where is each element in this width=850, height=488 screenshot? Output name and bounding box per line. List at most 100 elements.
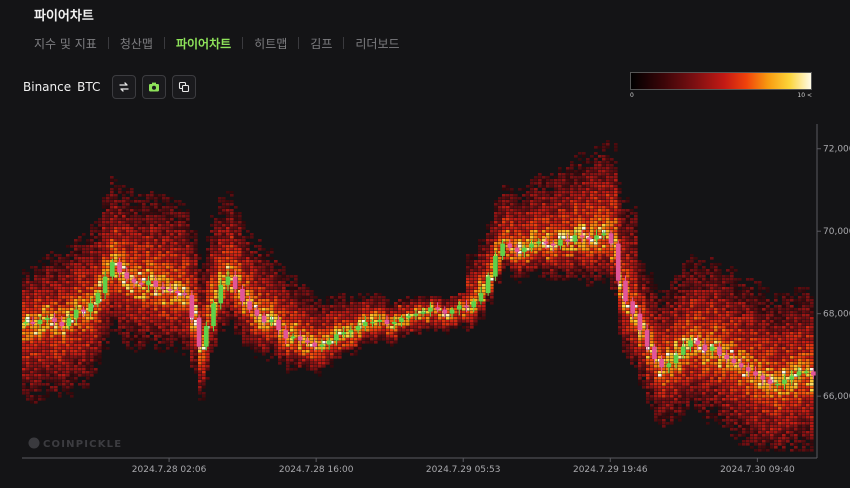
heat-cell (266, 311, 270, 314)
heat-cell (38, 347, 42, 350)
heat-cell (114, 296, 118, 299)
heat-cell (30, 380, 34, 383)
refresh-button[interactable] (112, 75, 137, 99)
heat-cell (238, 254, 242, 257)
heat-cell (606, 245, 610, 248)
heat-cell (474, 254, 478, 257)
heat-cell (562, 206, 566, 209)
tab-kimchi-premium[interactable]: 김프 (310, 35, 332, 52)
heat-cell (294, 332, 298, 335)
heat-cell (166, 326, 170, 329)
heat-cell (262, 338, 266, 341)
heat-cell (222, 209, 226, 212)
tab-heatmap[interactable]: 히트맵 (254, 35, 287, 52)
heat-cell (50, 266, 54, 269)
heat-cell (546, 221, 550, 224)
heat-cell (90, 335, 94, 338)
heat-cell (310, 293, 314, 296)
heat-cell (154, 242, 158, 245)
heat-cell (290, 284, 294, 287)
heat-cell (82, 350, 86, 353)
heat-cell (122, 290, 126, 293)
heat-cell (238, 239, 242, 242)
heat-cell (226, 320, 230, 323)
heat-cell (46, 305, 50, 308)
heat-cell (162, 215, 166, 218)
heat-cell (594, 245, 598, 248)
heat-cell (342, 338, 346, 341)
heat-cell (38, 299, 42, 302)
screenshot-button[interactable] (142, 75, 167, 99)
heat-cell (54, 290, 58, 293)
heat-cell (118, 251, 122, 254)
exchange-label[interactable]: Binance (23, 80, 71, 94)
symbol-label[interactable]: BTC (77, 80, 100, 94)
heat-cell (610, 194, 614, 197)
heat-cell (490, 302, 494, 305)
heat-cell (366, 311, 370, 314)
heat-cell (518, 245, 522, 248)
heat-cell (38, 332, 42, 335)
heat-cell (214, 332, 218, 335)
heat-cell (26, 287, 30, 290)
heat-cell (254, 263, 258, 266)
heat-cell (174, 308, 178, 311)
heat-cell (198, 359, 202, 362)
heat-cell (74, 284, 78, 287)
heat-cell (74, 344, 78, 347)
heat-cell (150, 278, 154, 281)
heat-cell (506, 239, 510, 242)
heat-cell (310, 323, 314, 326)
heat-cell (58, 377, 62, 380)
heat-cell (34, 329, 38, 332)
heat-cell (38, 377, 42, 380)
heat-cell (250, 236, 254, 239)
heat-cell (154, 347, 158, 350)
heat-cell (490, 230, 494, 233)
heat-cell (186, 221, 190, 224)
tab-indices[interactable]: 지수 및 지표 (34, 35, 97, 52)
heat-cell (558, 182, 562, 185)
heat-cell (50, 302, 54, 305)
heat-cell (438, 305, 442, 308)
heat-cell (78, 308, 82, 311)
heat-cell (246, 341, 250, 344)
heat-cell (218, 257, 222, 260)
heat-cell (206, 272, 210, 275)
heat-cell (490, 299, 494, 302)
heat-cell (70, 266, 74, 269)
heat-cell (50, 362, 54, 365)
heat-cell (590, 188, 594, 191)
heat-cell (94, 359, 98, 362)
heat-cell (422, 326, 426, 329)
heat-cell (106, 218, 110, 221)
heat-cell (482, 311, 486, 314)
heat-cell (266, 335, 270, 338)
heat-cell (74, 371, 78, 374)
heat-cell (194, 275, 198, 278)
heat-cell (114, 200, 118, 203)
tab-liquidation-map[interactable]: 청산맵 (120, 35, 153, 52)
heat-cell (302, 356, 306, 359)
heat-cell (86, 272, 90, 275)
heat-cell (594, 200, 598, 203)
tab-firechart[interactable]: 파이어차트 (176, 35, 231, 52)
heat-cell (526, 245, 530, 248)
tab-leaderboard[interactable]: 리더보드 (355, 35, 399, 52)
heat-cell (306, 314, 310, 317)
firechart[interactable]: 72,00070,00068,00066,0002024.7.28 02:062… (0, 118, 850, 488)
heat-cell (22, 299, 26, 302)
heat-cell (606, 146, 610, 149)
heat-cell (26, 335, 30, 338)
firechart-svg[interactable]: 72,00070,00068,00066,0002024.7.28 02:062… (0, 118, 850, 488)
copy-button[interactable] (172, 75, 197, 99)
heat-cell (526, 200, 530, 203)
heat-cell (238, 257, 242, 260)
heat-cell (274, 278, 278, 281)
heat-cell (78, 248, 82, 251)
heat-cell (518, 203, 522, 206)
heat-cell (106, 341, 110, 344)
heat-cell (602, 248, 606, 251)
heat-cell (134, 275, 138, 278)
heat-cell (218, 218, 222, 221)
